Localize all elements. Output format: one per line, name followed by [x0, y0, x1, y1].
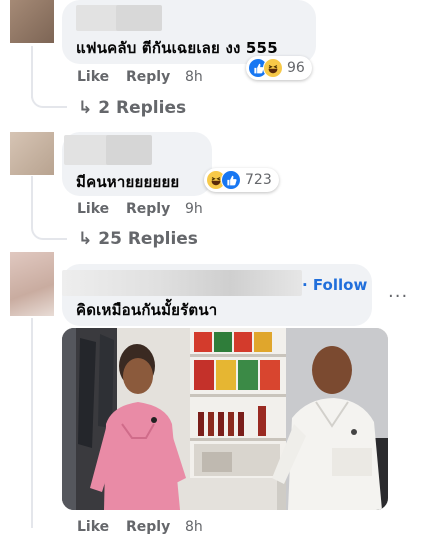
thread-line [31, 318, 33, 528]
comment-text: มีคนหายยยยยย [76, 173, 180, 191]
comment-bubble: แฟนคลับ ตีกันเฉยเลย งง 555 [62, 0, 316, 64]
reaction-count: 723 [245, 172, 272, 188]
replies-label: 25 Replies [98, 229, 198, 249]
timestamp[interactable]: 9h [185, 201, 203, 217]
reply-connector [31, 82, 67, 108]
reply-arrow-icon: ↳ [78, 98, 93, 118]
view-replies-link[interactable]: ↳ 2 Replies [78, 98, 186, 118]
reply-connector [31, 214, 67, 240]
comment-text: คิดเหมือนกันมั้ยรัตนา [76, 301, 218, 319]
timestamp[interactable]: 8h [185, 69, 203, 85]
timestamp[interactable]: 8h [185, 519, 203, 535]
reply-button[interactable]: Reply [126, 69, 170, 85]
avatar[interactable] [10, 0, 54, 43]
reaction-count: 96 [287, 60, 305, 76]
follow-button[interactable]: · Follow [302, 276, 367, 294]
reply-arrow-icon: ↳ [78, 229, 93, 249]
comment-bubble: · Follow คิดเหมือนกันมั้ยรัตนา [62, 264, 372, 326]
like-button[interactable]: Like [77, 201, 109, 217]
comment-bubble: มีคนหายยยยยย [62, 132, 212, 196]
photo-image [62, 328, 388, 510]
avatar[interactable] [10, 132, 54, 175]
reaction-summary[interactable]: 96 [246, 56, 312, 80]
avatar[interactable] [10, 252, 54, 316]
more-options-icon[interactable]: ··· [388, 286, 408, 307]
reply-button[interactable]: Reply [126, 201, 170, 217]
commenter-name-blurred[interactable] [62, 270, 302, 296]
like-icon [221, 170, 241, 190]
reaction-summary[interactable]: 723 [204, 168, 279, 192]
like-button[interactable]: Like [77, 69, 109, 85]
comment-text: แฟนคลับ ตีกันเฉยเลย งง 555 [76, 39, 278, 57]
haha-icon [263, 58, 283, 78]
reply-button[interactable]: Reply [126, 519, 170, 535]
comment-photo[interactable] [62, 328, 388, 510]
name-blur-block [106, 135, 152, 165]
like-button[interactable]: Like [77, 519, 109, 535]
name-blur-block [116, 5, 162, 31]
view-replies-link[interactable]: ↳ 25 Replies [78, 229, 198, 249]
replies-label: 2 Replies [98, 98, 187, 118]
